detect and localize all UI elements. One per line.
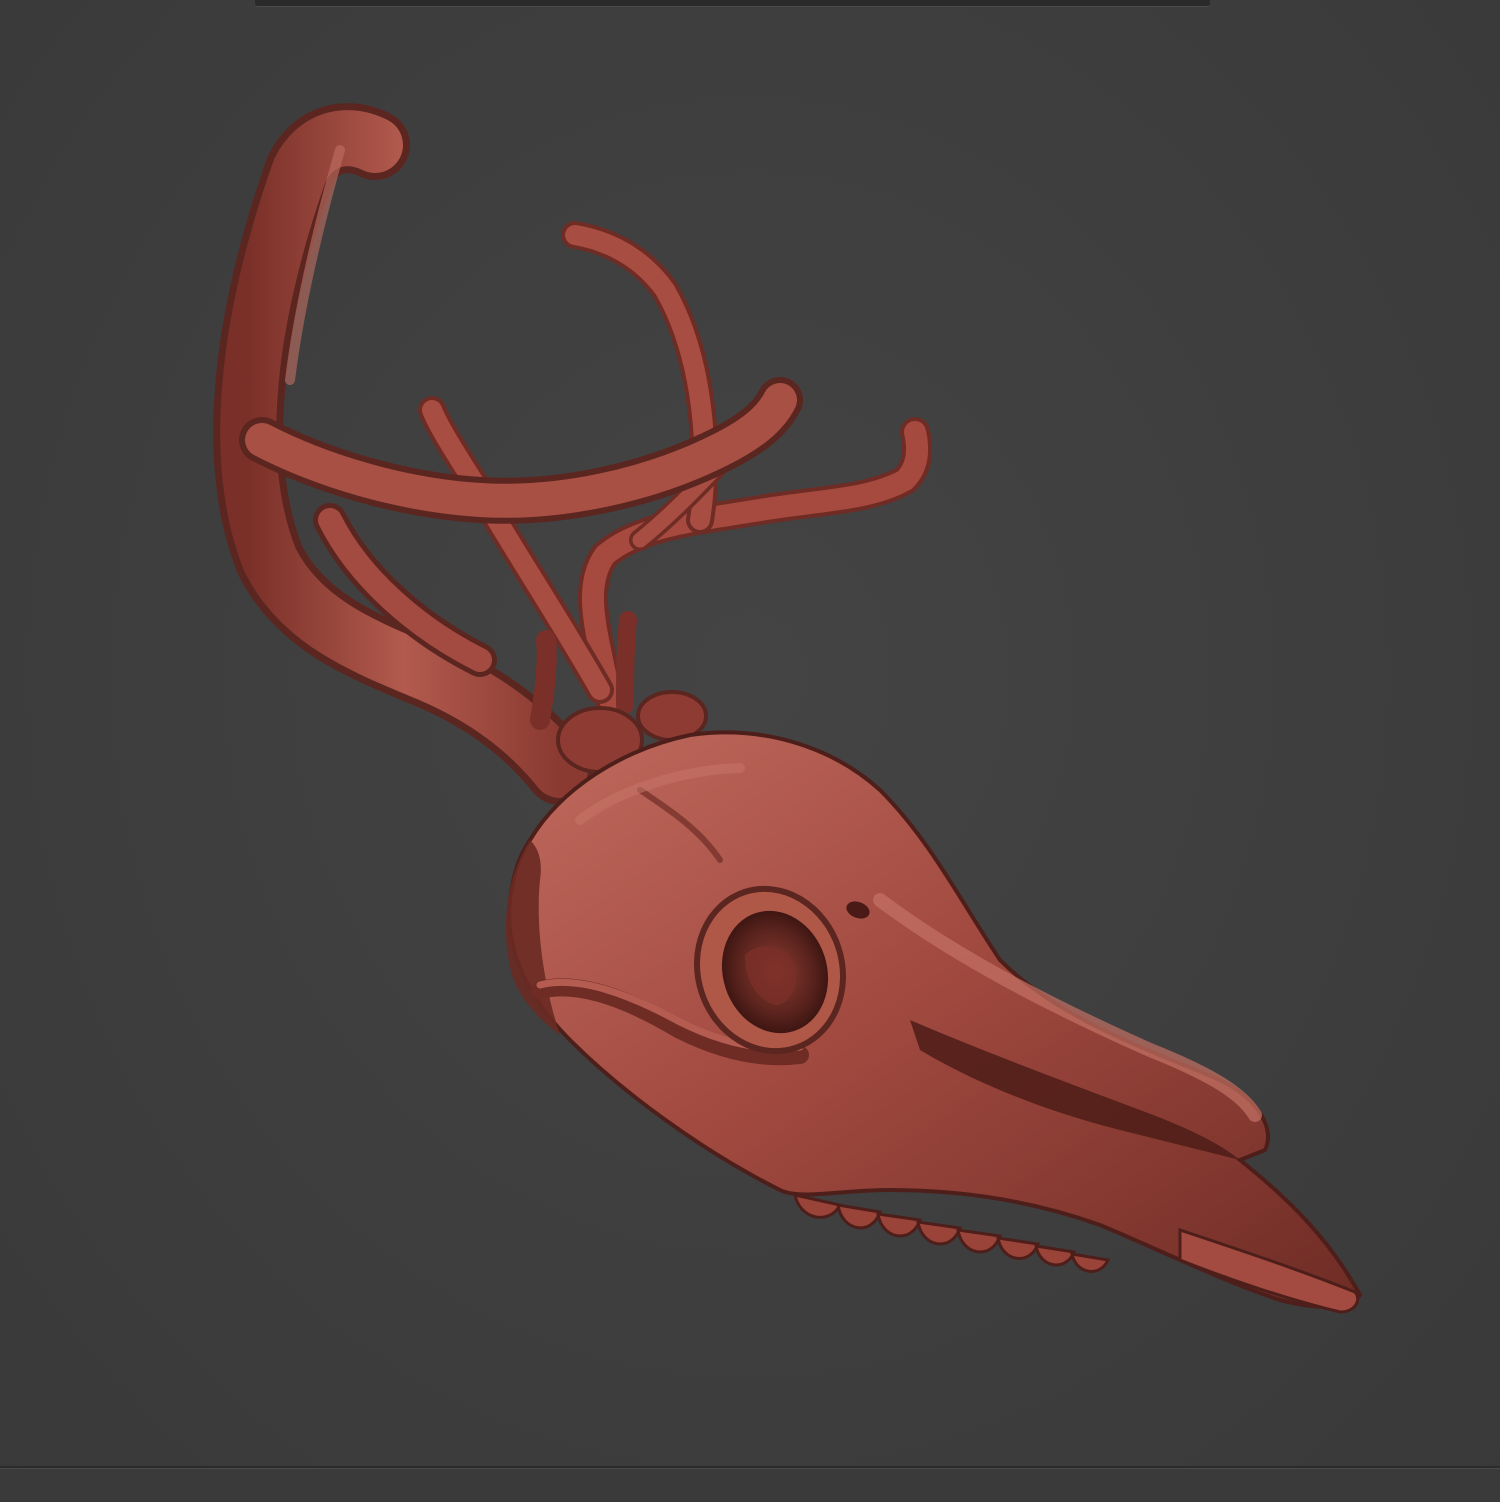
- 3d-viewport[interactable]: [0, 0, 1500, 1502]
- front-antler: [213, 103, 803, 805]
- deer-skull-model[interactable]: [0, 0, 1500, 1500]
- bottom-shelf[interactable]: [0, 1466, 1500, 1502]
- skull-cranium: [507, 730, 1363, 1309]
